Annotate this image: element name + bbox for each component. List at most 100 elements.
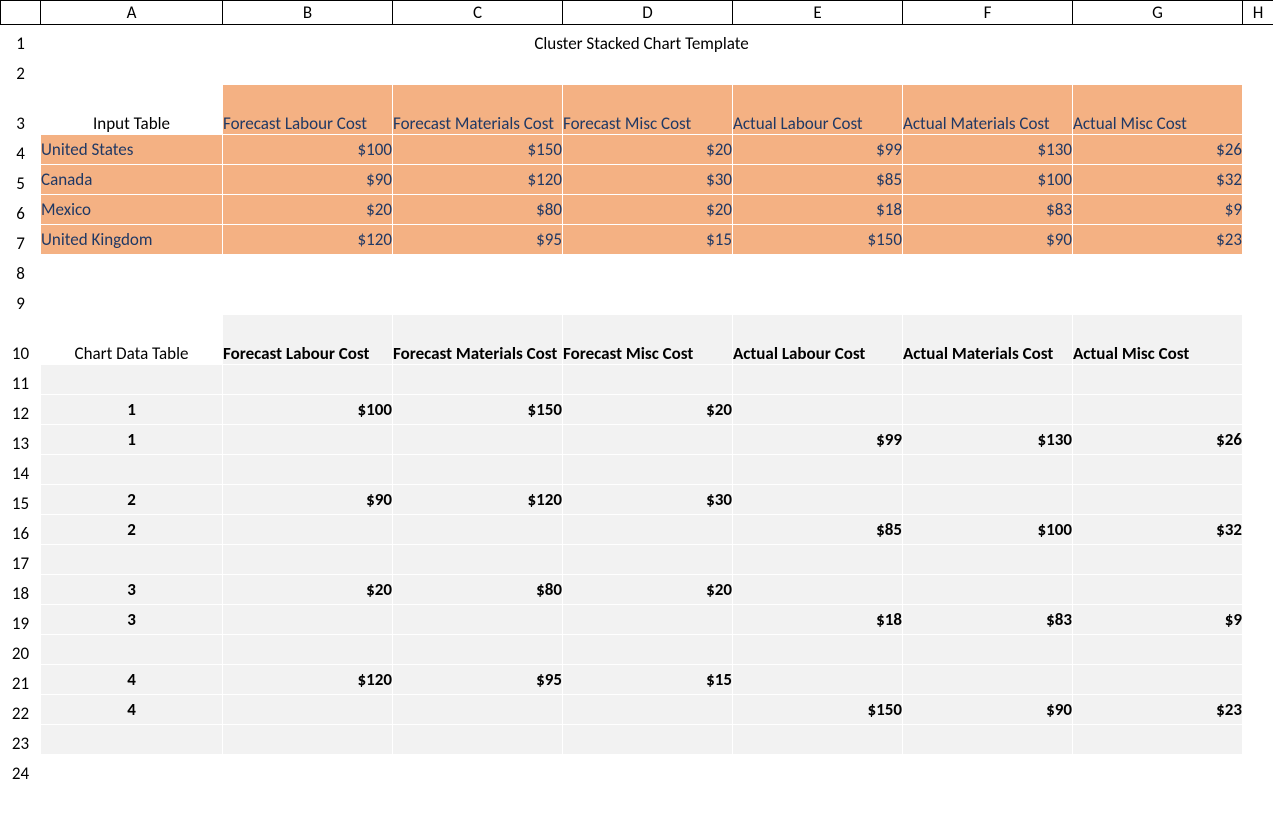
cell-A9[interactable] — [41, 285, 223, 315]
cell-A15[interactable]: 2 — [41, 485, 223, 515]
cell-F15[interactable] — [903, 485, 1073, 515]
cell-G4[interactable]: $26 — [1073, 135, 1243, 165]
cell-B19[interactable] — [223, 605, 393, 635]
cell-D14[interactable] — [563, 455, 733, 485]
cell-B17[interactable] — [223, 545, 393, 575]
cell-H18[interactable] — [1243, 575, 1273, 605]
cell-D7[interactable]: $15 — [563, 225, 733, 255]
cell-A12[interactable]: 1 — [41, 395, 223, 425]
row-header-8[interactable]: 8 — [1, 255, 41, 285]
cell-H11[interactable] — [1243, 365, 1273, 395]
cell-G12[interactable] — [1073, 395, 1243, 425]
col-header-H[interactable]: H — [1243, 1, 1273, 25]
cell-G20[interactable] — [1073, 635, 1243, 665]
row-header-17[interactable]: 17 — [1, 545, 41, 575]
cell-C18[interactable]: $80 — [393, 575, 563, 605]
cell-C9[interactable] — [393, 285, 563, 315]
cell-A23[interactable] — [41, 725, 223, 755]
row-header-4[interactable]: 4 — [1, 135, 41, 165]
cell-A3-input-label[interactable]: Input Table — [41, 85, 223, 135]
cell-H22[interactable] — [1243, 695, 1273, 725]
cell-A4[interactable]: United States — [41, 135, 223, 165]
cell-G19[interactable]: $9 — [1073, 605, 1243, 635]
cell-H5[interactable] — [1243, 165, 1273, 195]
cell-C4[interactable]: $150 — [393, 135, 563, 165]
cell-C11[interactable] — [393, 365, 563, 395]
cell-C24[interactable] — [393, 755, 563, 785]
row-header-18[interactable]: 18 — [1, 575, 41, 605]
cell-H15[interactable] — [1243, 485, 1273, 515]
cell-C12[interactable]: $150 — [393, 395, 563, 425]
cell-B18[interactable]: $20 — [223, 575, 393, 605]
cell-E22[interactable]: $150 — [733, 695, 903, 725]
cell-A2[interactable] — [41, 55, 223, 85]
col-header-B[interactable]: B — [223, 1, 393, 25]
cell-G9[interactable] — [1073, 285, 1243, 315]
cell-A14[interactable] — [41, 455, 223, 485]
cell-C8[interactable] — [393, 255, 563, 285]
cell-D6[interactable]: $20 — [563, 195, 733, 225]
cell-E2[interactable] — [733, 55, 903, 85]
cell-A13[interactable]: 1 — [41, 425, 223, 455]
col-header-E[interactable]: E — [733, 1, 903, 25]
cell-F16[interactable]: $100 — [903, 515, 1073, 545]
cell-H23[interactable] — [1243, 725, 1273, 755]
cell-F10[interactable]: Actual Materials Cost — [903, 315, 1073, 365]
cell-C3[interactable]: Forecast Materials Cost — [393, 85, 563, 135]
cell-C14[interactable] — [393, 455, 563, 485]
cell-F12[interactable] — [903, 395, 1073, 425]
col-header-F[interactable]: F — [903, 1, 1073, 25]
cell-F20[interactable] — [903, 635, 1073, 665]
cell-H7[interactable] — [1243, 225, 1273, 255]
cell-H12[interactable] — [1243, 395, 1273, 425]
cell-B8[interactable] — [223, 255, 393, 285]
cell-F22[interactable]: $90 — [903, 695, 1073, 725]
cell-G18[interactable] — [1073, 575, 1243, 605]
cell-A21[interactable]: 4 — [41, 665, 223, 695]
cell-F3[interactable]: Actual Materials Cost — [903, 85, 1073, 135]
cell-F24[interactable] — [903, 755, 1073, 785]
cell-C15[interactable]: $120 — [393, 485, 563, 515]
cell-C5[interactable]: $120 — [393, 165, 563, 195]
cell-E10[interactable]: Actual Labour Cost — [733, 315, 903, 365]
cell-B16[interactable] — [223, 515, 393, 545]
cell-H24[interactable] — [1243, 755, 1273, 785]
col-header-G[interactable]: G — [1073, 1, 1243, 25]
cell-E9[interactable] — [733, 285, 903, 315]
cell-B10[interactable]: Forecast Labour Cost — [223, 315, 393, 365]
cell-D24[interactable] — [563, 755, 733, 785]
row-header-9[interactable]: 9 — [1, 285, 41, 315]
cell-D4[interactable]: $20 — [563, 135, 733, 165]
cell-D20[interactable] — [563, 635, 733, 665]
cell-C6[interactable]: $80 — [393, 195, 563, 225]
row-header-22[interactable]: 22 — [1, 695, 41, 725]
cell-G14[interactable] — [1073, 455, 1243, 485]
cell-G3[interactable]: Actual Misc Cost — [1073, 85, 1243, 135]
cell-H9[interactable] — [1243, 285, 1273, 315]
col-header-D[interactable]: D — [563, 1, 733, 25]
cell-E17[interactable] — [733, 545, 903, 575]
cell-E15[interactable] — [733, 485, 903, 515]
cell-E24[interactable] — [733, 755, 903, 785]
spreadsheet-grid[interactable]: A B C D E F G H 1 Cluster Stacked Chart … — [0, 0, 1273, 785]
row-header-2[interactable]: 2 — [1, 55, 41, 85]
cell-H19[interactable] — [1243, 605, 1273, 635]
cell-D5[interactable]: $30 — [563, 165, 733, 195]
cell-B23[interactable] — [223, 725, 393, 755]
cell-C7[interactable]: $95 — [393, 225, 563, 255]
row-header-11[interactable]: 11 — [1, 365, 41, 395]
cell-A22[interactable]: 4 — [41, 695, 223, 725]
row-header-19[interactable]: 19 — [1, 605, 41, 635]
cell-B3[interactable]: Forecast Labour Cost — [223, 85, 393, 135]
cell-F4[interactable]: $130 — [903, 135, 1073, 165]
cell-B13[interactable] — [223, 425, 393, 455]
cell-H3[interactable] — [1243, 85, 1273, 135]
row-header-6[interactable]: 6 — [1, 195, 41, 225]
cell-A10-chart-label[interactable]: Chart Data Table — [41, 315, 223, 365]
cell-B9[interactable] — [223, 285, 393, 315]
row-header-12[interactable]: 12 — [1, 395, 41, 425]
cell-D17[interactable] — [563, 545, 733, 575]
cell-D8[interactable] — [563, 255, 733, 285]
cell-E6[interactable]: $18 — [733, 195, 903, 225]
row-header-20[interactable]: 20 — [1, 635, 41, 665]
